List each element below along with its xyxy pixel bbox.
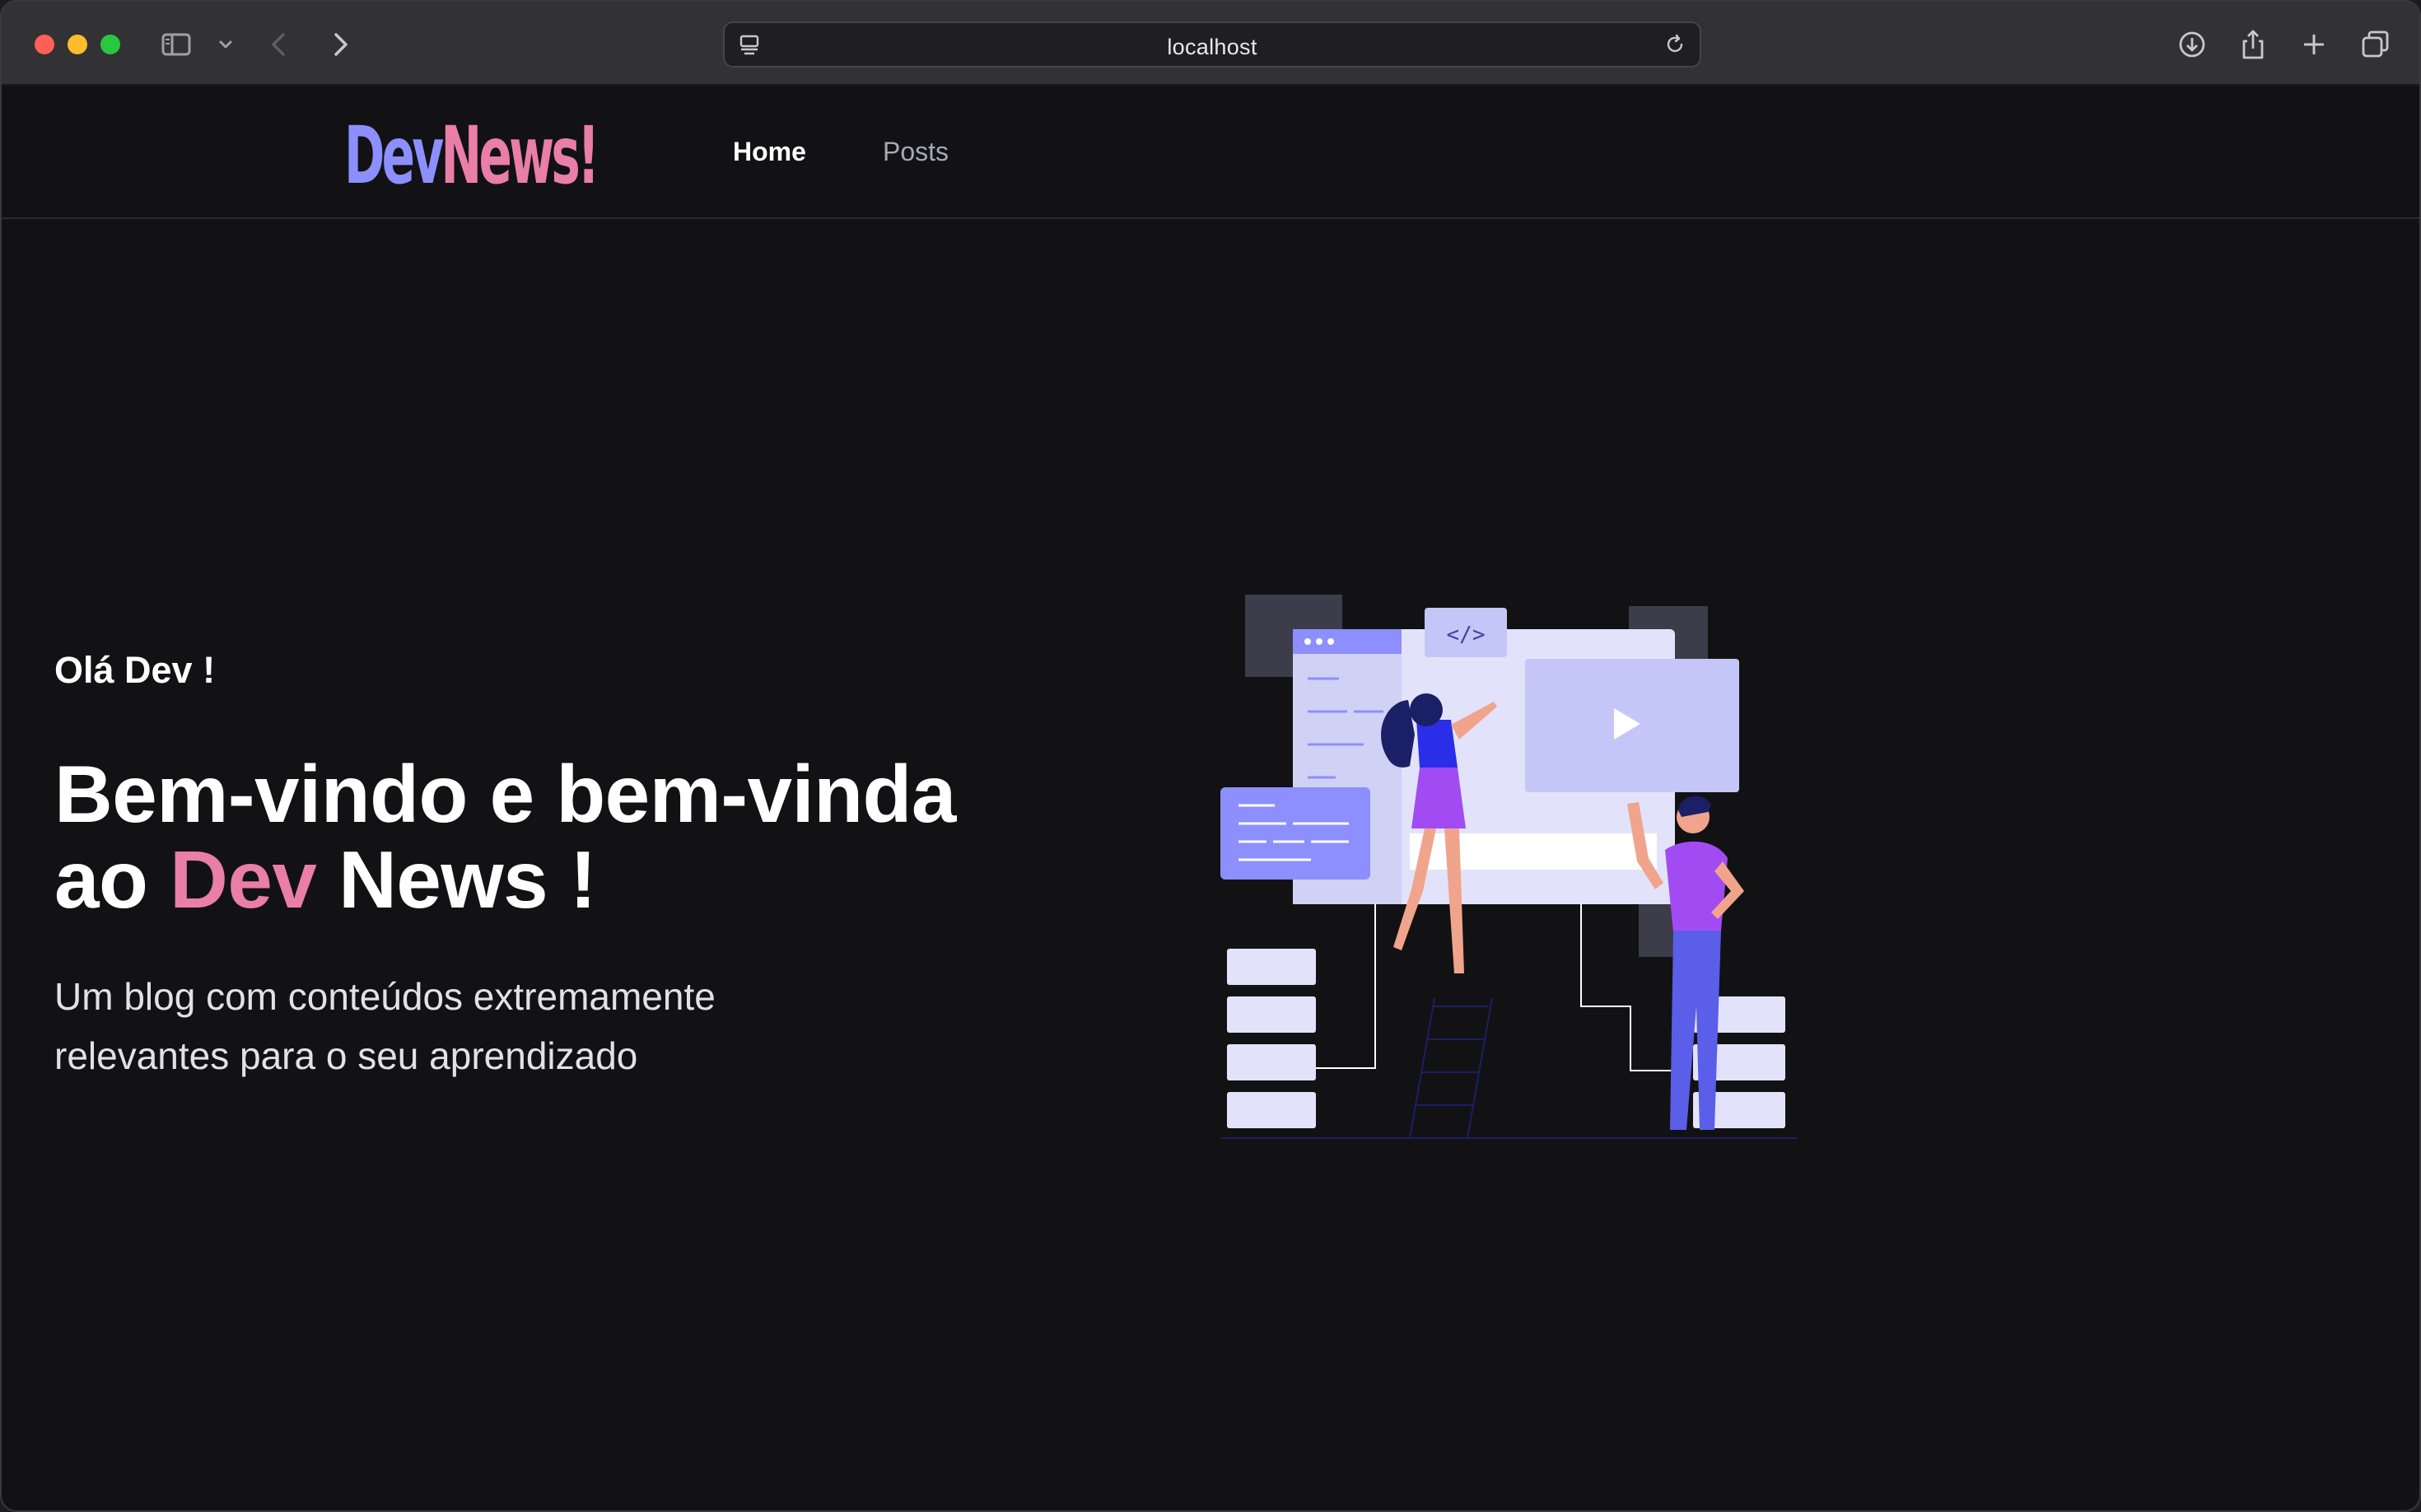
- headline-ao: ao: [54, 834, 148, 925]
- new-tab-icon[interactable]: [2296, 26, 2332, 63]
- hero-greeting: Olá Dev !: [54, 649, 216, 691]
- zoom-window-button[interactable]: [100, 35, 120, 54]
- url-text[interactable]: localhost: [725, 35, 1700, 60]
- logo-news: News!: [441, 110, 599, 202]
- ladder: [1409, 997, 1493, 1139]
- site-header: DevNews! Home Posts: [2, 86, 2419, 219]
- tab-overview-icon[interactable]: [2357, 26, 2393, 63]
- reload-icon[interactable]: [1662, 31, 1688, 58]
- hero-headline: Bem-vindo e bem-vinda ao Dev News !: [54, 751, 1043, 922]
- forward-icon[interactable]: [321, 26, 357, 63]
- address-bar[interactable]: localhost: [723, 21, 1701, 68]
- headline-news: News !: [338, 834, 596, 925]
- download-icon[interactable]: [2174, 26, 2210, 63]
- headline-line1: Bem-vindo e bem-vinda: [54, 749, 956, 839]
- share-icon[interactable]: [2235, 26, 2271, 63]
- subtitle-line1: Um blog com conteúdos extremamente: [54, 975, 716, 1018]
- nav-posts-link[interactable]: Posts: [883, 135, 949, 168]
- sidebar-icon[interactable]: [158, 26, 194, 63]
- browser-toolbar: localhost: [2, 2, 2419, 86]
- chevron-down-icon[interactable]: [208, 26, 244, 63]
- close-window-button[interactable]: [35, 35, 54, 54]
- text-card: [1220, 787, 1370, 880]
- developers-illustration: </>: [1220, 595, 1797, 1139]
- hero-subtitle: Um blog com conteúdos extremamente relev…: [54, 967, 878, 1085]
- logo-dev: Dev: [344, 110, 444, 202]
- minimize-window-button[interactable]: [68, 35, 87, 54]
- svg-text:</>: </>: [1447, 623, 1486, 647]
- subtitle-line2: relevantes para o seu aprendizado: [54, 1034, 638, 1077]
- nav-home-link[interactable]: Home: [733, 135, 806, 168]
- headline-accent: Dev: [170, 834, 317, 925]
- server-stack-left: [1227, 949, 1316, 1128]
- back-icon[interactable]: [262, 26, 298, 63]
- site-logo[interactable]: DevNews!: [344, 110, 599, 202]
- browser-window: localhost DevNews! Home Posts Olá Dev ! …: [0, 0, 2421, 1512]
